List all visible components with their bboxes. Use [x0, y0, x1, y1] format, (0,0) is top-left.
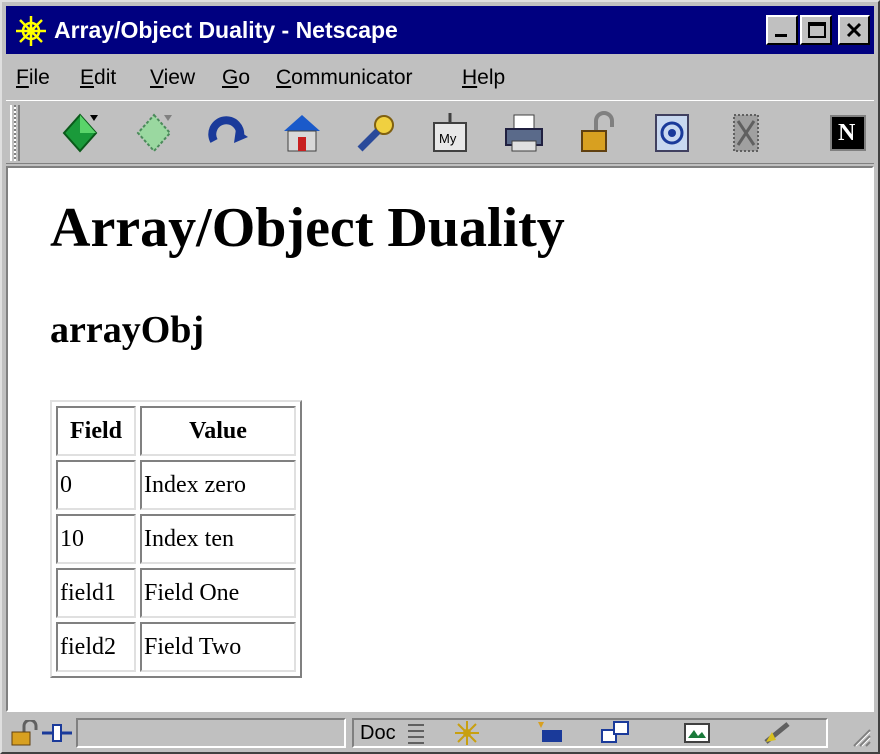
table-cell-field: 10: [56, 514, 136, 564]
security-lock-icon[interactable]: [10, 720, 40, 746]
progress-bar: [76, 718, 346, 748]
menu-communicator[interactable]: Communicator: [276, 66, 413, 90]
menu-file[interactable]: File: [16, 66, 50, 90]
forward-icon[interactable]: [132, 111, 176, 155]
search-icon[interactable]: [354, 111, 398, 155]
table-cell-field: 0: [56, 460, 136, 510]
menu-view[interactable]: View: [150, 66, 195, 90]
table-cell-value: Field One: [140, 568, 296, 618]
window-title: Array/Object Duality - Netscape: [54, 17, 398, 43]
table-row: 10 Index ten: [56, 514, 296, 564]
my-netscape-label: My: [439, 131, 457, 146]
table-cell-field: field2: [56, 622, 136, 672]
table-header-row: Field Value: [56, 406, 296, 456]
maximize-icon: [808, 22, 826, 38]
netscape-logo[interactable]: N: [830, 115, 866, 151]
table-row: 0 Index zero: [56, 460, 296, 510]
discussions-icon[interactable]: [600, 720, 630, 746]
netscape-logo-letter: N: [838, 120, 856, 146]
my-netscape-icon[interactable]: My: [428, 111, 472, 155]
title-bar[interactable]: Array/Object Duality - Netscape: [6, 6, 874, 54]
composer-icon[interactable]: [682, 720, 712, 746]
reload-icon[interactable]: [206, 111, 250, 155]
page-content: Array/Object Duality arrayObj Field Valu…: [6, 166, 874, 712]
stop-icon[interactable]: [724, 111, 768, 155]
maximize-button[interactable]: [800, 15, 832, 45]
close-icon: [846, 22, 862, 38]
table-cell-value: Index zero: [140, 460, 296, 510]
security-icon[interactable]: [576, 111, 620, 155]
minimize-icon: [775, 34, 787, 37]
browser-window: Array/Object Duality - Netscape File Edi…: [0, 0, 880, 754]
fields-table: Field Value 0 Index zero 10 Index ten fi…: [50, 400, 302, 678]
table-cell-value: Index ten: [140, 514, 296, 564]
navigator-icon[interactable]: [452, 720, 482, 746]
connection-icon[interactable]: [42, 720, 72, 746]
document-status-label: Doc: [360, 722, 396, 744]
page-info-icon[interactable]: [402, 720, 432, 746]
menu-help[interactable]: Help: [462, 66, 505, 90]
menu-edit[interactable]: Edit: [80, 66, 116, 90]
mail-icon[interactable]: [534, 720, 564, 746]
page-subheading: arrayObj: [50, 309, 205, 351]
back-icon[interactable]: [58, 111, 102, 155]
home-icon[interactable]: [280, 111, 324, 155]
toolbar-grip[interactable]: [10, 105, 20, 161]
print-icon[interactable]: [502, 111, 546, 155]
minimize-button[interactable]: [766, 15, 798, 45]
menu-bar: File Edit View Go Communicator Help: [6, 58, 874, 98]
table-row: field1 Field One: [56, 568, 296, 618]
shop-icon[interactable]: [650, 111, 694, 155]
page-heading: Array/Object Duality: [50, 197, 565, 259]
status-bar: Doc: [6, 714, 874, 750]
aim-icon[interactable]: [762, 720, 792, 746]
table-cell-value: Field Two: [140, 622, 296, 672]
menu-go[interactable]: Go: [222, 66, 250, 90]
close-button[interactable]: [838, 15, 870, 45]
table-row: field2 Field Two: [56, 622, 296, 672]
resize-grip[interactable]: [848, 724, 872, 748]
netscape-app-icon: [14, 14, 48, 48]
column-header-value: Value: [140, 406, 296, 456]
column-header-field: Field: [56, 406, 136, 456]
navigation-toolbar: My N: [6, 100, 874, 164]
table-cell-field: field1: [56, 568, 136, 618]
